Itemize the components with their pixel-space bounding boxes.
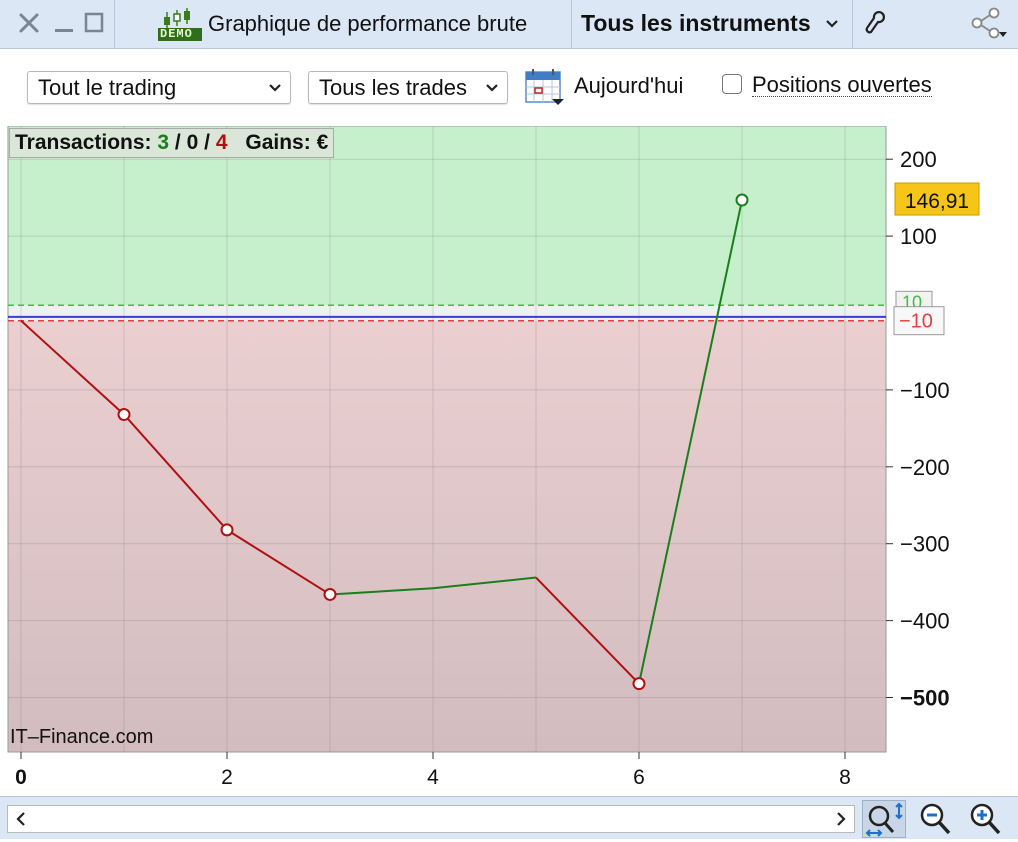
trades-select-value: Tous les trades: [319, 74, 467, 100]
chart-canvas: 02468 200100−100−200−300−400−500 146,911…: [7, 125, 980, 789]
filter-toolbar: Tout le trading Tous les trades Aujourd'…: [0, 49, 1018, 125]
minimize-icon[interactable]: [50, 8, 78, 38]
transactions-label: Transactions:: [15, 131, 152, 154]
zoom-out-icon[interactable]: [916, 801, 956, 837]
y-tick-label: −500: [900, 686, 950, 711]
currency-label: €: [316, 131, 329, 154]
y-tick-label: 100: [900, 224, 937, 249]
data-point[interactable]: [220, 523, 234, 537]
trades-select[interactable]: Tous les trades: [308, 71, 508, 104]
x-tick-label: 6: [633, 766, 645, 789]
scroll-left-icon[interactable]: [14, 810, 28, 833]
chevron-down-icon: [267, 76, 283, 104]
data-point[interactable]: [117, 408, 131, 422]
x-tick-label: 0: [15, 766, 27, 789]
auto-zoom-icon[interactable]: [862, 800, 906, 838]
instrument-selector-label: Tous les instruments: [581, 10, 811, 36]
y-tick-label: −400: [900, 609, 950, 634]
separator: /: [204, 131, 210, 154]
horizontal-scrollbar[interactable]: [7, 805, 855, 833]
chevron-down-icon: [824, 16, 840, 37]
titlebar-divider: [114, 0, 115, 48]
transactions-summary: Transactions: 3 / 0 / 4 Gains: €: [9, 128, 335, 158]
gains-label: Gains:: [245, 131, 311, 154]
window-title: Graphique de performance brute: [208, 11, 528, 36]
calendar-icon[interactable]: [524, 67, 566, 107]
close-icon[interactable]: [14, 8, 44, 38]
watermark: IT–Finance.com: [10, 726, 154, 748]
y-tick-label: −100: [900, 378, 950, 403]
share-icon[interactable]: [966, 7, 1010, 39]
demo-chart-icon: DEMO: [157, 6, 203, 42]
trading-select-value: Tout le trading: [38, 74, 177, 100]
wrench-icon[interactable]: [860, 8, 890, 38]
separator: /: [174, 131, 181, 154]
maximize-icon[interactable]: [80, 8, 108, 38]
demo-badge: DEMO: [160, 27, 193, 41]
performance-chart: 02468 200 100 −100 −200 −300 −400 −500 146,91 1…: [0, 125, 1018, 790]
open-positions-checkbox[interactable]: [722, 74, 742, 94]
chevron-down-icon: [484, 76, 500, 104]
y-tick-label: 200: [900, 147, 937, 172]
x-tick-label: 2: [221, 766, 233, 789]
title-bar: DEMO Graphique de performance brute Tous…: [0, 0, 1018, 49]
neutral-zone: [8, 305, 886, 321]
losses-count: 4: [215, 131, 228, 154]
last-value-text: 146,91: [905, 190, 969, 213]
trading-select[interactable]: Tout le trading: [27, 71, 291, 104]
open-positions-label[interactable]: Positions ouvertes: [752, 74, 932, 97]
lower-threshold-label: −10: [899, 311, 933, 333]
y-tick-label: −300: [900, 532, 950, 557]
y-tick-label: −200: [900, 455, 950, 480]
date-label[interactable]: Aujourd'hui: [574, 73, 683, 99]
x-tick-label: 4: [427, 766, 439, 789]
even-count: 0: [186, 131, 199, 154]
titlebar-divider: [852, 0, 853, 48]
wins-count: 3: [157, 131, 170, 154]
bottom-bar: [0, 796, 1018, 839]
data-point[interactable]: [632, 677, 646, 691]
x-tick-label: 8: [839, 766, 851, 789]
instrument-selector[interactable]: Tous les instruments: [572, 0, 852, 48]
scroll-right-icon[interactable]: [834, 810, 848, 833]
zoom-in-icon[interactable]: [966, 801, 1006, 837]
data-point[interactable]: [323, 587, 337, 601]
data-point[interactable]: [735, 193, 749, 207]
loss-zone: [8, 320, 886, 752]
